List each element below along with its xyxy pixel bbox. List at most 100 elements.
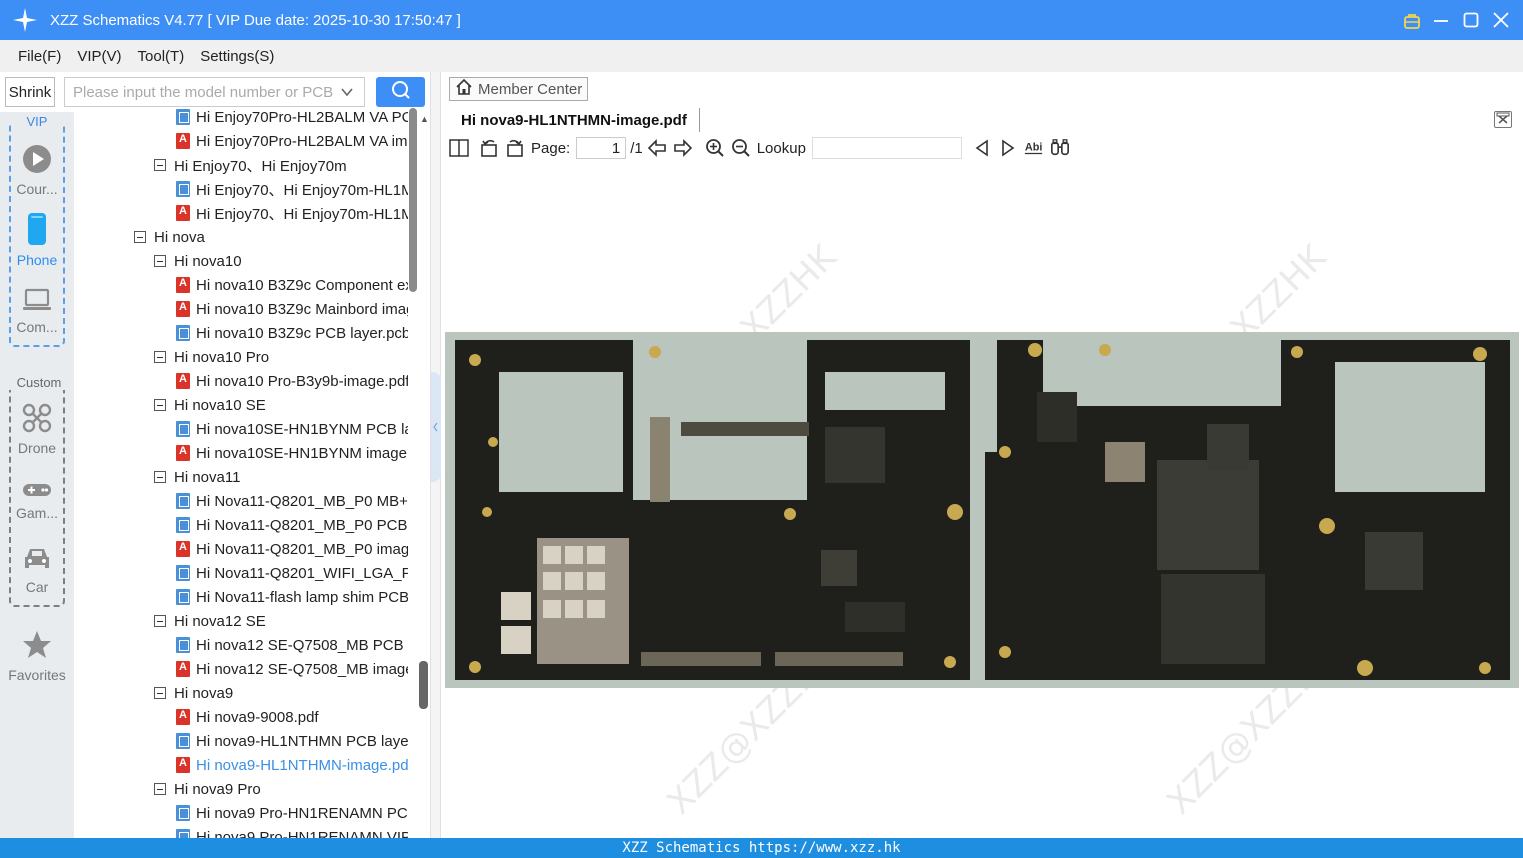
nav-item-favorites[interactable]: Favorites <box>0 630 74 683</box>
collapse-toggle-icon[interactable] <box>154 615 166 627</box>
right-board <box>985 340 1510 680</box>
title-bar: XZZ Schematics V4.77 [ VIP Due date: 202… <box>0 0 1523 40</box>
close-tab-icon[interactable] <box>1494 111 1512 128</box>
previous-page-icon[interactable] <box>647 138 667 158</box>
tree-item-label: Hi nova10SE-HN1BYNM image. <box>196 444 408 462</box>
panel-splitter[interactable] <box>430 72 441 838</box>
nav-item-courses[interactable]: Cour... <box>0 144 74 197</box>
document-viewer[interactable]: XZZ@XZZHK XZZ@XZZHK XZZ@XZZHK XZZ@XZZHK <box>441 160 1523 838</box>
tree-item-label: Hi nova9-HL1NTHMN PCB layer <box>196 732 408 750</box>
tree-file-row[interactable]: Hi Nova11-Q8201_MB_P0 PCB l <box>176 513 408 537</box>
find-previous-icon[interactable] <box>972 138 992 158</box>
tree-folder-row[interactable]: Hi nova10 Pro <box>154 345 269 369</box>
tree-folder-row[interactable]: Hi nova10 SE <box>154 393 266 417</box>
tree-folder-row[interactable]: Hi Enjoy70、Hi Enjoy70m <box>154 153 347 177</box>
document-tab[interactable]: Hi nova9-HL1NTHMN-image.pdf <box>449 108 700 132</box>
collapse-toggle-icon[interactable] <box>134 231 146 243</box>
tree-file-row[interactable]: Hi nova9 Pro-HN1RENAMN PCB <box>176 801 408 825</box>
menu-settings[interactable]: Settings(S) <box>200 48 274 65</box>
chevron-down-icon[interactable] <box>340 85 354 103</box>
binoculars-icon[interactable] <box>1050 138 1070 158</box>
tree-scroll-thumb[interactable] <box>409 108 417 292</box>
scroll-up-icon[interactable]: ▲ <box>420 114 429 124</box>
collapse-toggle-icon[interactable] <box>154 471 166 483</box>
tree-item-label: Hi nova11 <box>174 468 241 486</box>
tree-file-row[interactable]: Hi Nova11-Q8201_WIFI_LGA_P1 <box>176 561 408 585</box>
tree-folder-row[interactable]: Hi nova9 Pro <box>154 777 261 801</box>
tree-item-label: Hi Enjoy70、Hi Enjoy70m-HL1M <box>196 205 408 223</box>
tree-file-row[interactable]: Hi nova12 SE-Q7508_MB PCB la <box>176 633 408 657</box>
tree-file-row[interactable]: Hi nova10 B3Z9c PCB layer.pcb <box>176 321 408 345</box>
rotate-left-icon[interactable] <box>479 138 499 158</box>
tree-file-row[interactable]: Hi nova12 SE-Q7508_MB image <box>176 657 408 681</box>
tree-folder-row[interactable]: Hi nova12 SE <box>154 609 266 633</box>
tree-file-row[interactable]: Hi nova10SE-HN1BYNM PCB layer <box>176 417 408 441</box>
nav-item-label: Phone <box>16 252 58 268</box>
vip-bag-icon[interactable] <box>1403 12 1420 29</box>
nav-item-gaming[interactable]: Gam... <box>0 482 74 521</box>
collapse-toggle-icon[interactable] <box>154 351 166 363</box>
member-center-button[interactable]: Member Center <box>449 77 588 101</box>
tree-file-row[interactable]: Hi nova10 B3Z9c Mainbord image <box>176 297 408 321</box>
collapse-toggle-icon[interactable] <box>154 159 166 171</box>
nav-item-car[interactable]: Car <box>0 546 74 595</box>
two-page-icon[interactable] <box>449 138 469 158</box>
page-number-input[interactable]: 1 <box>576 137 627 159</box>
nav-item-computer[interactable]: Com... <box>0 288 74 335</box>
model-tree[interactable]: Hi Enjoy70Pro-HL2BALM VA PCB Hi Enjoy70Pr… <box>74 108 408 838</box>
minimize-icon[interactable] <box>1433 12 1449 28</box>
menu-tool[interactable]: Tool(T) <box>138 48 185 65</box>
tree-file-row[interactable]: Hi nova9 Pro-HN1RENAMN VIP <box>176 825 408 838</box>
tree-folder-row[interactable]: Hi nova9 <box>154 681 233 705</box>
nav-item-drone[interactable]: Drone <box>0 403 74 456</box>
search-input[interactable]: Please input the model number or PCB <box>64 77 365 107</box>
tree-file-row[interactable]: Hi nova9-HL1NTHMN PCB layer <box>176 729 408 753</box>
tree-item-label: Hi Enjoy70Pro-HL2BALM VA PCB <box>196 108 408 126</box>
find-next-icon[interactable] <box>998 138 1018 158</box>
tree-folder-row[interactable]: Hi nova10 <box>154 249 242 273</box>
tree-folder-row[interactable]: Hi nova <box>134 225 205 249</box>
home-icon <box>455 78 473 100</box>
nav-item-phone[interactable]: Phone <box>0 213 74 268</box>
nav-item-label: Drone <box>17 440 57 456</box>
tree-file-row[interactable]: Hi Enjoy70Pro-HL2BALM VA PCB <box>176 108 408 129</box>
tree-file-row[interactable]: Hi Enjoy70、Hi Enjoy70m-HL1M <box>176 201 408 225</box>
collapse-grip[interactable] <box>431 372 441 482</box>
zoom-out-icon[interactable] <box>731 138 751 158</box>
shrink-button[interactable]: Shrink <box>5 77 55 107</box>
menu-file[interactable]: File(F) <box>18 48 61 65</box>
tree-file-row[interactable]: Hi Nova11-Q8201_MB_P0 MB+S <box>176 489 408 513</box>
pdf-file-icon <box>176 205 190 221</box>
menu-vip[interactable]: VIP(V) <box>77 48 121 65</box>
tree-file-row[interactable]: Hi Enjoy70Pro-HL2BALM VA image <box>176 129 408 153</box>
tree-scrollbar[interactable]: ▲ <box>408 108 430 838</box>
lookup-input[interactable] <box>811 137 962 159</box>
tree-file-row[interactable]: Hi nova9-9008.pdf <box>176 705 319 729</box>
pcb-file-icon <box>176 325 190 341</box>
tree-file-row[interactable]: Hi Enjoy70、Hi Enjoy70m-HL1M <box>176 177 408 201</box>
maximize-icon[interactable] <box>1463 12 1479 28</box>
tree-file-row[interactable]: Hi nova10SE-HN1BYNM image. <box>176 441 408 465</box>
tree-file-row[interactable]: Hi nova10 Pro-B3y9b-image.pdf <box>176 369 408 393</box>
tree-file-row[interactable]: Hi Nova11-Q8201_MB_P0 image <box>176 537 408 561</box>
tree-item-label: Hi nova9-HL1NTHMN-image.pdf <box>196 756 408 774</box>
tree-scroll-thumb-secondary[interactable] <box>419 661 428 709</box>
zoom-in-icon[interactable] <box>705 138 725 158</box>
tree-file-row[interactable]: Hi Nova11-flash lamp shim PCB <box>176 585 408 609</box>
pcb-file-icon <box>176 181 190 197</box>
collapse-toggle-icon[interactable] <box>154 399 166 411</box>
collapse-toggle-icon[interactable] <box>154 255 166 267</box>
close-icon[interactable] <box>1493 12 1509 28</box>
search-button[interactable] <box>376 77 425 107</box>
tree-folder-row[interactable]: Hi nova11 <box>154 465 240 489</box>
tree-item-label: Hi Nova11-Q8201_MB_P0 PCB l <box>196 516 408 534</box>
nav-item-label: Cour... <box>16 181 58 197</box>
rotate-right-icon[interactable] <box>505 138 525 158</box>
next-page-icon[interactable] <box>673 138 693 158</box>
match-case-icon[interactable]: Abi <box>1024 138 1044 158</box>
collapse-toggle-icon[interactable] <box>154 783 166 795</box>
tree-file-row[interactable]: Hi nova10 B3Z9c Component ex <box>176 273 408 297</box>
collapse-toggle-icon[interactable] <box>154 687 166 699</box>
tree-file-row[interactable]: Hi nova9-HL1NTHMN-image.pdf <box>176 753 408 777</box>
tree-item-label: Hi Enjoy70Pro-HL2BALM VA image <box>196 132 408 150</box>
